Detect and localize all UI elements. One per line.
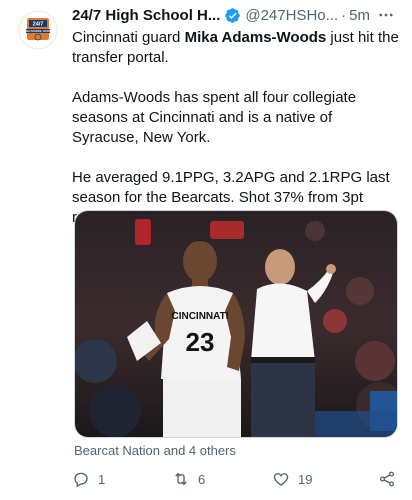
display-name[interactable]: 24/7 High School H... — [72, 7, 220, 24]
basketball-photo: CINCINNATI 23 — [75, 211, 397, 437]
tweet-photo[interactable]: CINCINNATI 23 — [74, 210, 398, 438]
share-button[interactable] — [378, 468, 404, 490]
retweet-button[interactable]: 6 — [172, 468, 205, 490]
separator-dot: · — [341, 6, 347, 24]
logo-icon: 24/7 HIGH SCHOOL HOOPS — [18, 10, 58, 50]
like-button[interactable]: 19 — [272, 468, 312, 490]
tweet-paragraph-1: Cincinnati guard Mika Adams-Woods just h… — [72, 28, 402, 68]
svg-text:24/7: 24/7 — [33, 22, 44, 28]
jersey-team-text: CINCINNATI — [171, 311, 228, 322]
reply-button[interactable]: 1 — [72, 468, 105, 490]
reply-count: 1 — [98, 471, 106, 487]
timestamp[interactable]: 5m — [349, 7, 370, 24]
reply-icon — [74, 472, 88, 488]
action-bar: 1 6 19 — [72, 468, 402, 490]
share-icon — [379, 471, 395, 487]
retweet-icon — [175, 472, 187, 486]
jersey-number-text: 23 — [186, 327, 215, 357]
tweet[interactable]: 24/7 HIGH SCHOOL HOOPS 24/7 High School … — [0, 0, 412, 500]
account-avatar[interactable]: 24/7 HIGH SCHOOL HOOPS — [18, 10, 58, 50]
verified-badge-icon — [224, 7, 241, 24]
retweet-count: 6 — [198, 471, 206, 487]
more-icon[interactable] — [374, 4, 398, 26]
tweet-paragraph-2: Adams-Woods has spent all four collegiat… — [72, 89, 357, 146]
like-count: 19 — [298, 471, 313, 487]
tagged-users[interactable]: Bearcat Nation and 4 others — [74, 443, 236, 458]
tweet-text-segment: Cincinnati guard — [72, 29, 185, 46]
svg-text:HIGH SCHOOL HOOPS: HIGH SCHOOL HOOPS — [24, 29, 53, 33]
account-handle[interactable]: @247HSHo... — [245, 7, 338, 24]
heart-icon — [273, 473, 289, 486]
player-name: Mika Adams-Woods — [184, 29, 327, 46]
tweet-header: 24/7 High School H... @247HSHo... · 5m — [72, 4, 402, 26]
